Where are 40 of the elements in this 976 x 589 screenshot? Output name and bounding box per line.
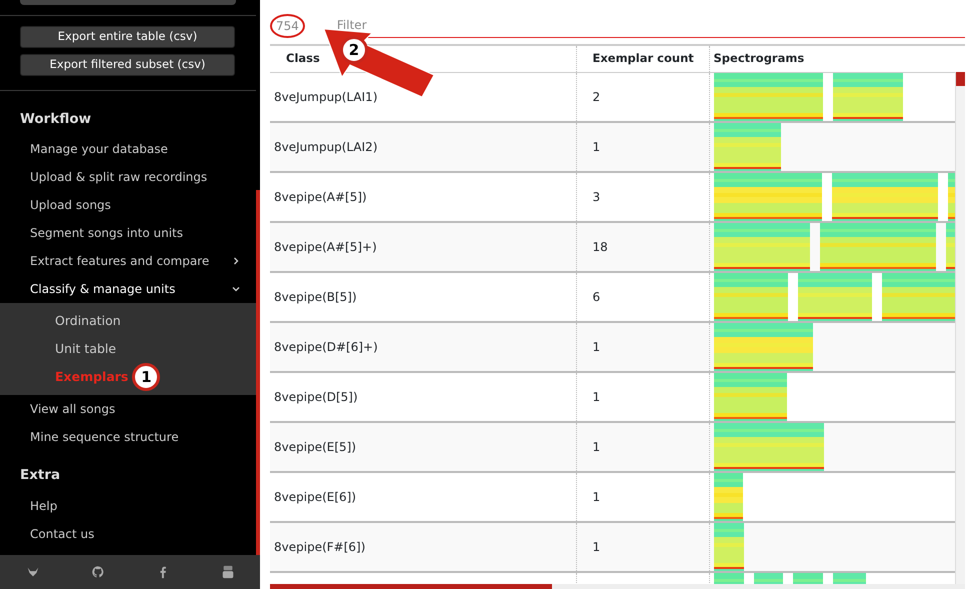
- table-cell: 8veJumpup(LAI1): [274, 90, 378, 104]
- result-count: 754: [270, 14, 305, 38]
- export-button[interactable]: Export entire table (csv): [20, 26, 235, 48]
- nav-item[interactable]: Extract features and compare: [0, 247, 256, 276]
- table-cell: 1: [592, 140, 600, 154]
- nav-link[interactable]: View all songs: [0, 395, 256, 424]
- nav-link[interactable]: Mine sequence structure: [0, 423, 256, 452]
- nav-link[interactable]: Upload & split raw recordings: [0, 163, 256, 192]
- nav-link[interactable]: Upload songs: [0, 191, 256, 220]
- section-title: Extra: [19, 466, 62, 486]
- table-cell: 3: [592, 190, 600, 204]
- section-title: Workflow: [19, 110, 92, 129]
- table-cell: 8vepipe(E[6]): [274, 490, 356, 504]
- nav-link[interactable]: Help: [0, 492, 256, 520]
- column-header[interactable]: Spectrograms: [709, 46, 955, 72]
- table-cell: 1: [592, 540, 600, 554]
- table-cell: 1: [592, 390, 600, 404]
- nav-link[interactable]: Manage your database: [0, 135, 256, 164]
- subnav-link[interactable]: Unit table: [55, 335, 116, 364]
- nav-item[interactable]: Classify & manage units: [0, 275, 256, 304]
- table-cell: 8vepipe(F#[6]): [274, 540, 366, 554]
- table-cell: 18: [592, 240, 608, 254]
- table-cell: 6: [592, 290, 600, 304]
- table-cell: 1: [592, 440, 600, 454]
- callout-number: 1: [132, 363, 160, 392]
- table-cell: 8veJumpup(LAI2): [274, 140, 378, 154]
- export-button[interactable]: Export filtered subset (csv): [20, 54, 235, 76]
- table-cell: 8vepipe(D#[6]+): [274, 340, 378, 354]
- table-cell: 8vepipe(B[5]): [274, 290, 357, 304]
- table-cell: 2: [592, 90, 600, 104]
- table-cell: 1: [592, 490, 600, 504]
- table-cell: 1: [592, 340, 600, 354]
- subnav-link[interactable]: Ordination: [55, 307, 121, 336]
- nav-link[interactable]: Contact us: [0, 520, 256, 548]
- table-cell: 8vepipe(A#[5]+): [274, 240, 377, 254]
- table-cell: 8vepipe(E[5]): [274, 440, 356, 454]
- nav-link[interactable]: Segment songs into units: [0, 219, 256, 248]
- column-header[interactable]: Exemplar count: [576, 46, 709, 72]
- table-cell: 8vepipe(D[5]): [274, 390, 358, 404]
- table-cell: 8vepipe(A#[5]): [274, 190, 367, 204]
